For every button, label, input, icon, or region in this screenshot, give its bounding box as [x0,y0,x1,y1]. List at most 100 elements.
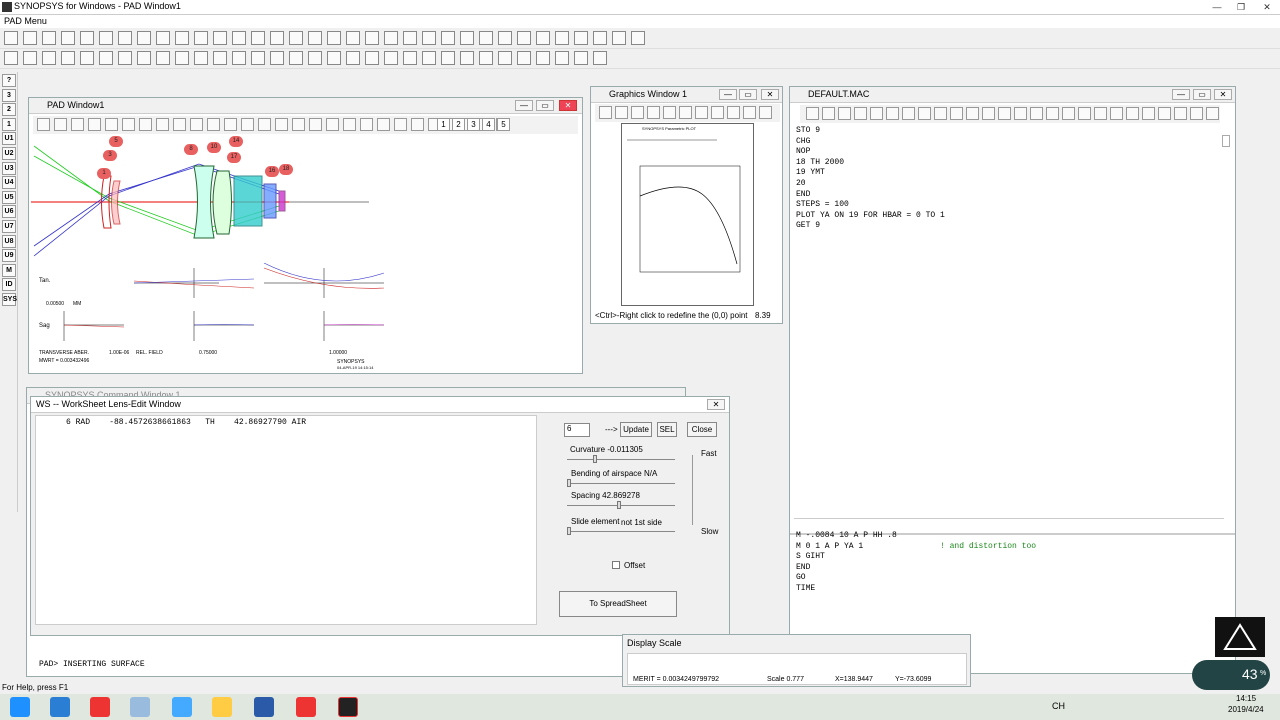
pad-toolbar-number-button[interactable]: 4 [482,118,495,131]
toolbar-button-icon[interactable] [574,31,588,45]
toolbar-button-icon[interactable] [4,31,18,45]
toolbar-button-icon[interactable] [80,31,94,45]
toolbar-button-icon[interactable] [270,51,284,65]
toolbar-button-icon[interactable] [326,118,339,131]
minimize-icon[interactable]: — [1172,89,1190,100]
toolbar-button-icon[interactable] [886,107,899,120]
toolbar-button-icon[interactable] [175,31,189,45]
toolbar-button-icon[interactable] [593,51,607,65]
toolbar-button-icon[interactable] [555,31,569,45]
toolbar-button-icon[interactable] [251,31,265,45]
toolbar-button-icon[interactable] [460,51,474,65]
maximize-icon[interactable]: ▭ [536,100,554,111]
toolbar-button-icon[interactable] [173,118,186,131]
slide-slider[interactable] [567,531,675,532]
toolbar-button-icon[interactable] [441,51,455,65]
toolbar-button-icon[interactable] [122,118,135,131]
toolbar-button-icon[interactable] [394,118,407,131]
toolbar-button-icon[interactable] [918,107,931,120]
toolbar-button-icon[interactable] [631,106,644,119]
toolbar-button-icon[interactable] [1094,107,1107,120]
left-toolbar-button[interactable]: ID [2,278,16,292]
toolbar-button-icon[interactable] [99,31,113,45]
toolbar-button-icon[interactable] [309,118,322,131]
toolbar-button-icon[interactable] [137,51,151,65]
surface-label[interactable]: 14 [229,136,243,147]
toolbar-button-icon[interactable] [37,118,50,131]
toolbar-button-icon[interactable] [156,51,170,65]
toolbar-button-icon[interactable] [1206,107,1219,120]
toolbar-button-icon[interactable] [612,31,626,45]
toolbar-button-icon[interactable] [88,118,101,131]
left-toolbar-button[interactable]: U7 [2,220,16,233]
toolbar-button-icon[interactable] [631,31,645,45]
toolbar-button-icon[interactable] [479,31,493,45]
toolbar-button-icon[interactable] [838,107,851,120]
toolbar-button-icon[interactable] [251,51,265,65]
minimize-icon[interactable]: — [719,89,737,100]
toolbar-button-icon[interactable] [711,106,724,119]
toolbar-button-icon[interactable] [365,31,379,45]
toolbar-button-icon[interactable] [679,106,692,119]
toolbar-button-icon[interactable] [498,31,512,45]
toolbar-button-icon[interactable] [663,106,676,119]
toolbar-button-icon[interactable] [966,107,979,120]
toolbar-button-icon[interactable] [105,118,118,131]
toolbar-button-icon[interactable] [1174,107,1187,120]
toolbar-button-icon[interactable] [207,118,220,131]
minimize-icon[interactable]: — [515,100,533,111]
toolbar-button-icon[interactable] [194,31,208,45]
toolbar-button-icon[interactable] [498,51,512,65]
toolbar-button-icon[interactable] [822,107,835,120]
toolbar-button-icon[interactable] [343,118,356,131]
toolbar-button-icon[interactable] [61,31,75,45]
toolbar-button-icon[interactable] [360,118,373,131]
speed-slider[interactable] [692,455,693,525]
toolbar-button-icon[interactable] [213,51,227,65]
left-toolbar-button[interactable]: U2 [2,147,16,160]
maximize-icon[interactable]: ▭ [739,89,757,100]
toolbar-button-icon[interactable] [403,31,417,45]
toolbar-button-icon[interactable] [411,118,424,131]
toolbar-button-icon[interactable] [232,51,246,65]
toolbar-button-icon[interactable] [1014,107,1027,120]
toolbar-button-icon[interactable] [289,31,303,45]
toolbar-button-icon[interactable] [759,106,772,119]
to-spreadsheet-button[interactable]: To SpreadSheet [559,591,677,617]
toolbar-button-icon[interactable] [593,31,607,45]
left-toolbar-button[interactable]: U4 [2,176,16,190]
toolbar-button-icon[interactable] [270,31,284,45]
toolbar-button-icon[interactable] [1078,107,1091,120]
toolbar-button-icon[interactable] [870,107,883,120]
spacing-slider[interactable] [567,505,675,506]
toolbar-button-icon[interactable] [574,51,588,65]
toolbar-button-icon[interactable] [727,106,740,119]
toolbar-button-icon[interactable] [327,31,341,45]
toolbar-button-icon[interactable] [854,107,867,120]
toolbar-button-icon[interactable] [54,118,67,131]
word-icon[interactable] [254,697,274,717]
maximize-icon[interactable]: ▭ [1193,89,1211,100]
left-toolbar-button[interactable]: 1 [2,117,16,131]
toolbar-button-icon[interactable] [647,106,660,119]
toolbar-button-icon[interactable] [384,51,398,65]
toolbar-button-icon[interactable] [517,51,531,65]
toolbar-button-icon[interactable] [1110,107,1123,120]
offset-checkbox[interactable] [612,561,620,569]
bending-slider-thumb[interactable] [567,479,571,487]
clock-date[interactable]: 2019/4/24 [1228,705,1264,714]
surface-label[interactable]: 1 [97,168,111,179]
surface-label[interactable]: 10 [207,142,221,153]
toolbar-button-icon[interactable] [1158,107,1171,120]
curvature-slider[interactable] [567,459,675,460]
toolbar-button-icon[interactable] [517,31,531,45]
toolbar-button-icon[interactable] [1046,107,1059,120]
pad-toolbar-number-button[interactable]: 5 [497,118,510,131]
toolbar-button-icon[interactable] [118,31,132,45]
toolbar-button-icon[interactable] [377,118,390,131]
toolbar-button-icon[interactable] [1190,107,1203,120]
surface-label[interactable]: 5 [109,136,123,147]
toolbar-button-icon[interactable] [190,118,203,131]
left-toolbar-button[interactable]: U8 [2,234,16,248]
toolbar-button-icon[interactable] [934,107,947,120]
